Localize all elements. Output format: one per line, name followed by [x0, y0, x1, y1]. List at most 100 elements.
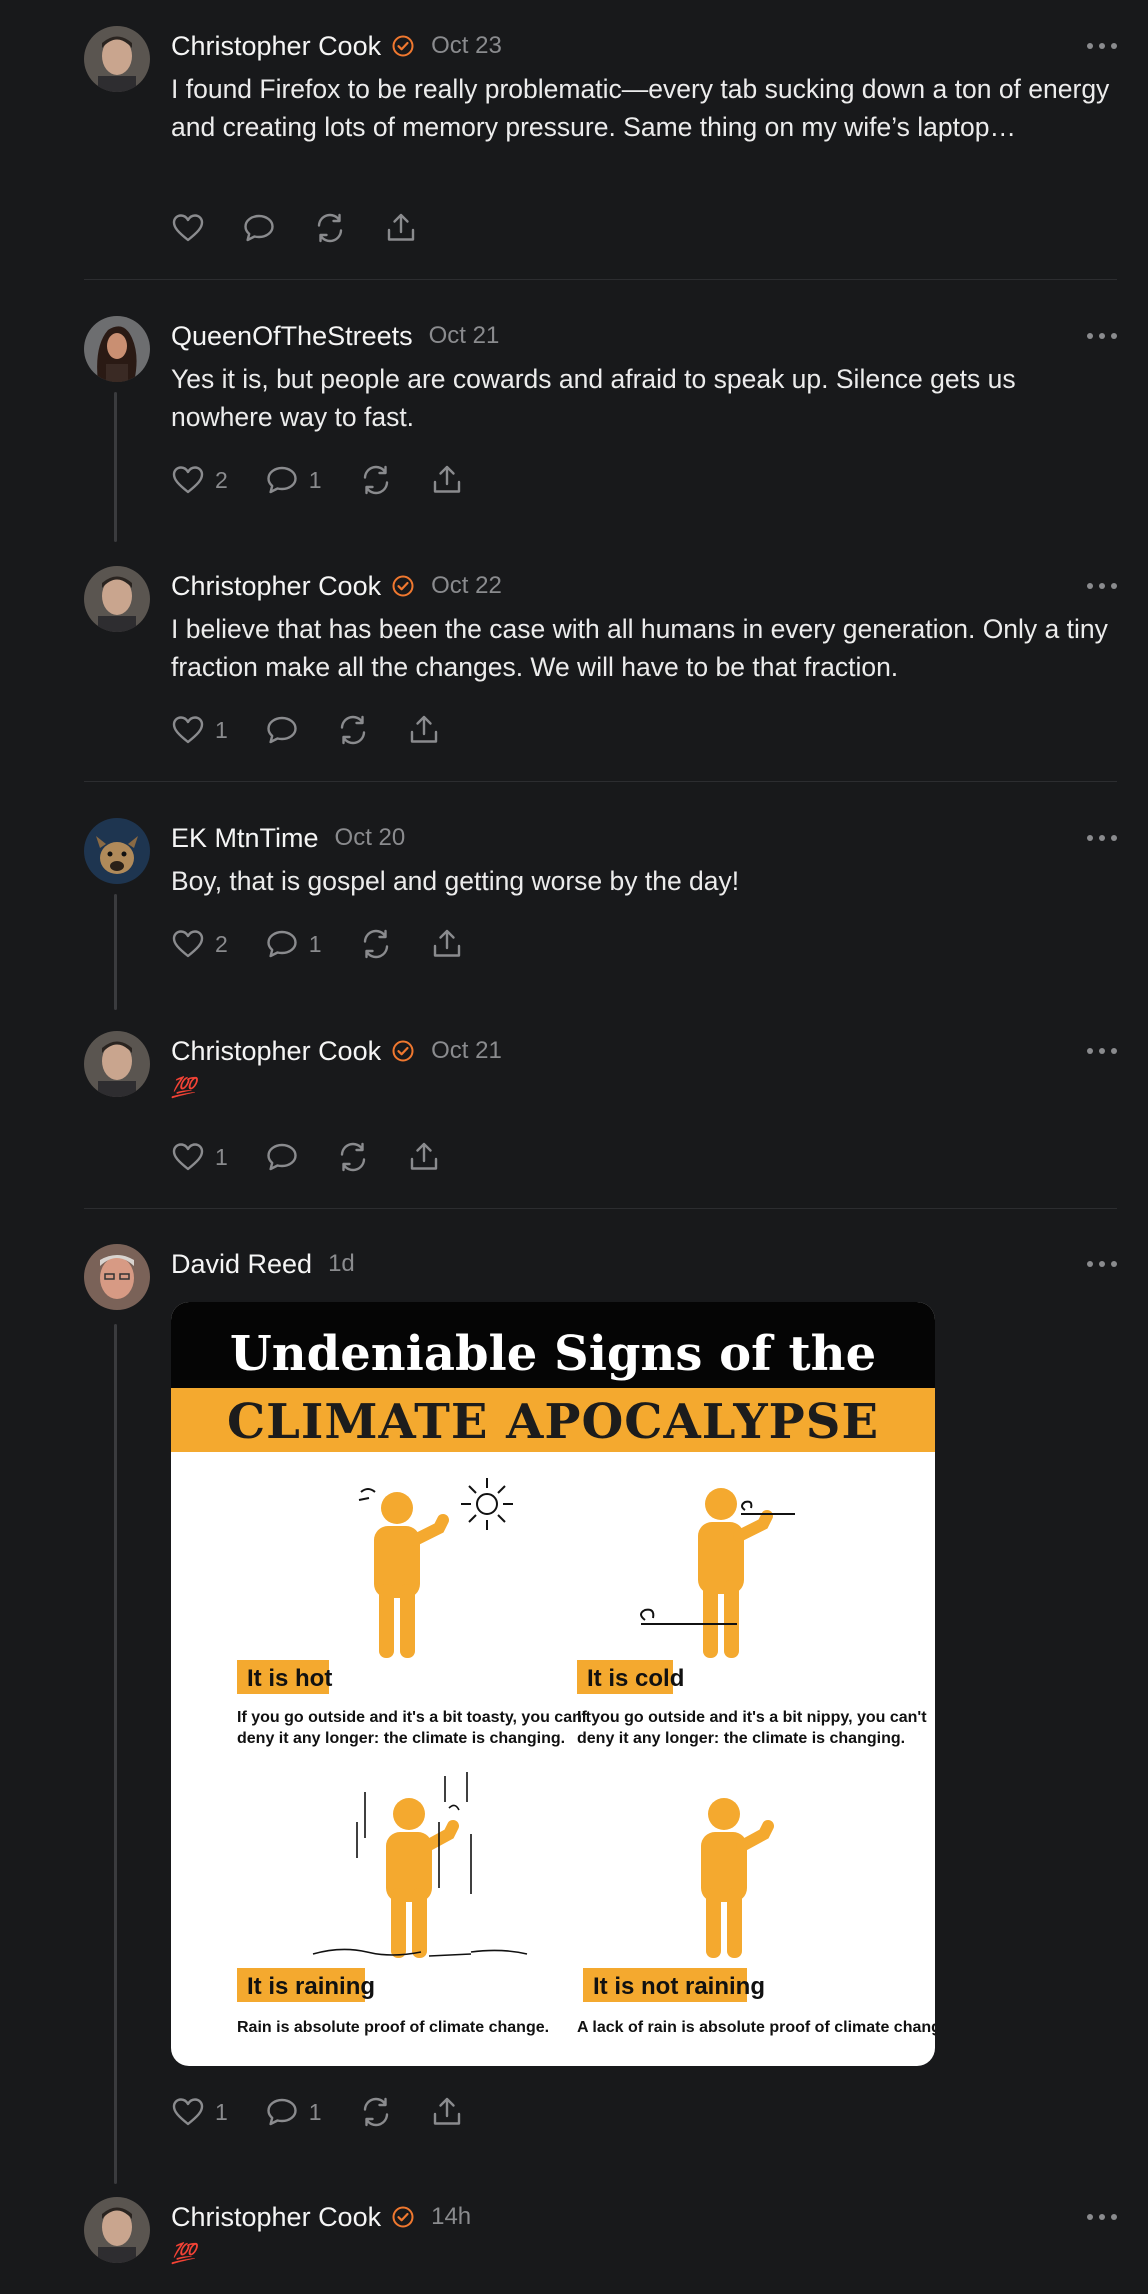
post-actions: 2 1	[171, 926, 501, 962]
post-image[interactable]: Undeniable Signs of the CLIMATE APOCALYP…	[171, 1302, 935, 2066]
like-count: 2	[215, 466, 228, 493]
post-actions: 1 1	[171, 2094, 501, 2130]
comment-icon	[267, 2098, 297, 2126]
more-options-icon[interactable]	[1087, 828, 1117, 848]
panel-caption: A lack of rain is absolute proof of clim…	[577, 2019, 935, 2036]
reply-button[interactable]	[242, 211, 276, 245]
reply-button[interactable]: 1	[265, 2095, 322, 2129]
author-name[interactable]: Christopher Cook	[171, 31, 381, 62]
repost-button[interactable]	[336, 1140, 370, 1174]
post-date[interactable]: Oct 21	[429, 322, 500, 350]
share-button[interactable]	[384, 211, 418, 245]
post[interactable]: EK MtnTime Oct 20 Boy, that is gospel an…	[84, 818, 1117, 968]
share-button[interactable]	[407, 713, 441, 747]
post-header: David Reed 1d	[171, 1244, 355, 1284]
comment-icon	[267, 1143, 297, 1171]
author-name[interactable]: Christopher Cook	[171, 1036, 381, 1067]
panel-caption: If you go outside and it's a bit nippy, …	[577, 1709, 927, 1726]
author-name[interactable]: David Reed	[171, 1249, 312, 1280]
comment-icon	[267, 466, 297, 494]
post[interactable]: Christopher Cook 14h 💯	[84, 2197, 1117, 2294]
verified-badge-icon	[392, 2206, 414, 2228]
comment-icon	[267, 930, 297, 958]
post-date[interactable]: Oct 21	[431, 1037, 502, 1065]
more-options-icon[interactable]	[1087, 326, 1117, 346]
post[interactable]: Christopher Cook Oct 22 I believe that h…	[84, 566, 1117, 756]
post-date[interactable]: Oct 22	[431, 572, 502, 600]
repost-button[interactable]	[359, 927, 393, 961]
author-name[interactable]: Christopher Cook	[171, 2202, 381, 2233]
like-count: 2	[215, 930, 228, 957]
like-count: 1	[215, 716, 228, 743]
repost-icon	[317, 213, 343, 243]
avatar[interactable]	[84, 26, 150, 92]
avatar[interactable]	[84, 1031, 150, 1097]
repost-button[interactable]	[336, 713, 370, 747]
share-button[interactable]	[407, 1140, 441, 1174]
share-icon	[410, 715, 437, 743]
more-options-icon[interactable]	[1087, 576, 1117, 596]
heart-icon	[172, 214, 204, 242]
post-header: Christopher Cook Oct 21	[171, 1031, 502, 1071]
author-name[interactable]: QueenOfTheStreets	[171, 321, 413, 352]
repost-button[interactable]	[359, 463, 393, 497]
post-text: I believe that has been the case with al…	[171, 614, 1108, 682]
hundred-emoji: 💯	[171, 2243, 196, 2265]
post-date[interactable]: Oct 20	[335, 824, 406, 852]
reply-button[interactable]: 1	[265, 927, 322, 961]
author-name[interactable]: EK MtnTime	[171, 823, 319, 854]
panel-caption: deny it any longer: the climate is chang…	[577, 1730, 905, 1747]
heart-icon	[172, 1143, 204, 1171]
repost-button[interactable]	[313, 211, 347, 245]
avatar[interactable]	[84, 2197, 150, 2263]
post-divider	[84, 781, 1117, 782]
like-button[interactable]: 1	[171, 713, 228, 747]
share-button[interactable]	[430, 2095, 464, 2129]
reply-button[interactable]: 1	[265, 463, 322, 497]
panel-label: It is hot	[247, 1665, 332, 1692]
like-button[interactable]: 1	[171, 1140, 228, 1174]
heart-icon	[172, 466, 204, 494]
repost-icon	[363, 929, 388, 959]
share-icon	[433, 2097, 460, 2125]
share-icon	[387, 213, 415, 241]
reply-count: 1	[308, 930, 322, 957]
post-header: Christopher Cook 14h	[171, 2197, 471, 2237]
repost-button[interactable]	[359, 2095, 393, 2129]
post-actions: 2 1	[171, 462, 501, 498]
panel-label: It is cold	[587, 1665, 684, 1692]
avatar[interactable]	[84, 818, 150, 884]
more-options-icon[interactable]	[1087, 1254, 1117, 1274]
post-date[interactable]: 14h	[431, 2203, 471, 2231]
comment-icon	[267, 716, 297, 744]
share-button[interactable]	[430, 927, 464, 961]
more-options-icon[interactable]	[1087, 1041, 1117, 1061]
avatar[interactable]	[84, 566, 150, 632]
share-button[interactable]	[430, 463, 464, 497]
comment-icon	[244, 214, 274, 242]
more-options-icon[interactable]	[1087, 36, 1117, 56]
like-button[interactable]: 2	[171, 463, 228, 497]
post[interactable]: Christopher Cook Oct 21 💯 1	[84, 1031, 1117, 1181]
avatar[interactable]	[84, 316, 150, 382]
post-divider	[84, 1208, 1117, 1209]
verified-badge-icon	[392, 35, 414, 57]
repost-icon	[363, 2097, 388, 2127]
more-options-icon[interactable]	[1087, 2207, 1117, 2227]
post-date[interactable]: 1d	[328, 1250, 355, 1278]
reply-button[interactable]	[265, 1140, 299, 1174]
like-button[interactable]: 1	[171, 2095, 228, 2129]
avatar[interactable]	[84, 1244, 150, 1310]
share-icon	[410, 1142, 437, 1170]
like-button[interactable]	[171, 211, 205, 245]
reply-button[interactable]	[265, 713, 299, 747]
verified-badge-icon	[392, 1040, 414, 1062]
post-date[interactable]: Oct 23	[431, 32, 502, 60]
post-text: I found Firefox to be really problematic…	[171, 74, 1110, 142]
author-name[interactable]: Christopher Cook	[171, 571, 381, 602]
panel-caption: Rain is absolute proof of climate change…	[237, 2019, 549, 2036]
post[interactable]: Christopher Cook Oct 23 I found Firefox …	[84, 26, 1117, 256]
like-button[interactable]: 2	[171, 927, 228, 961]
post[interactable]: QueenOfTheStreets Oct 21 Yes it is, but …	[84, 316, 1117, 506]
repost-icon	[340, 715, 365, 745]
